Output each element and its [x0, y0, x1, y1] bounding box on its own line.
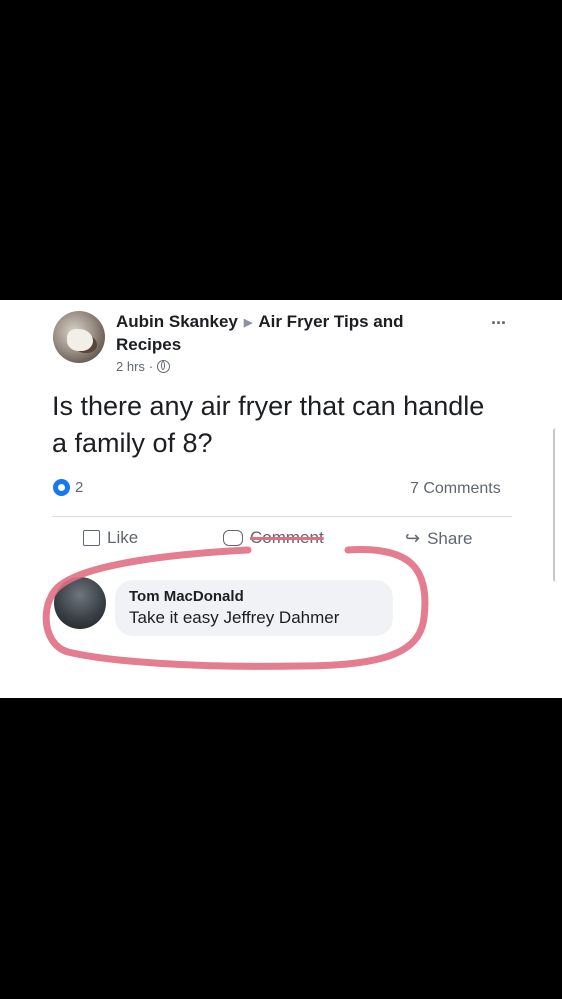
post-time[interactable]: 2 hrs: [116, 359, 145, 374]
more-options-button[interactable]: ...: [491, 308, 506, 329]
comment-button[interactable]: Comment: [223, 528, 324, 548]
globe-icon: [157, 360, 171, 373]
like-label: Like: [107, 528, 139, 547]
meta-separator: ·: [148, 359, 154, 374]
share-icon: ↪: [405, 528, 421, 548]
like-button[interactable]: Like: [83, 528, 138, 548]
post-header: Aubin Skankey ▶ Air Fryer Tips and Recipes: [116, 311, 456, 356]
commenter-avatar[interactable]: [54, 577, 106, 629]
comment-bubble: Tom MacDonald Take it easy Jeffrey Dahme…: [115, 580, 393, 636]
share-label: Share: [427, 528, 473, 548]
post-text: Is there any air fryer that can handle a…: [52, 391, 485, 458]
like-reaction-icon: [53, 479, 70, 496]
reaction-count: 2: [75, 479, 84, 496]
post-actions: Like Comment ↪ Share: [0, 528, 562, 554]
commenter-name[interactable]: Tom MacDonald: [129, 588, 244, 605]
comment-icon: [223, 530, 243, 546]
reactions-summary[interactable]: 2: [53, 479, 83, 496]
facebook-post-card: Aubin Skankey ▶ Air Fryer Tips and Recipes…: [0, 300, 562, 698]
comment-count-link[interactable]: 7 Comments: [410, 480, 501, 498]
share-button[interactable]: ↪ Share: [405, 528, 472, 549]
post-meta: 2 hrs ·: [116, 359, 171, 374]
thumbs-up-icon: [83, 530, 100, 546]
author-avatar[interactable]: [53, 311, 105, 363]
edge-marker: [553, 428, 559, 582]
comment-label: Comment: [250, 528, 324, 547]
actions-divider: [52, 516, 512, 517]
author-name[interactable]: Aubin Skankey: [116, 312, 238, 331]
arrow-right-icon: ▶: [243, 317, 253, 329]
comment-text: Take it easy Jeffrey Dahmer: [129, 608, 340, 627]
